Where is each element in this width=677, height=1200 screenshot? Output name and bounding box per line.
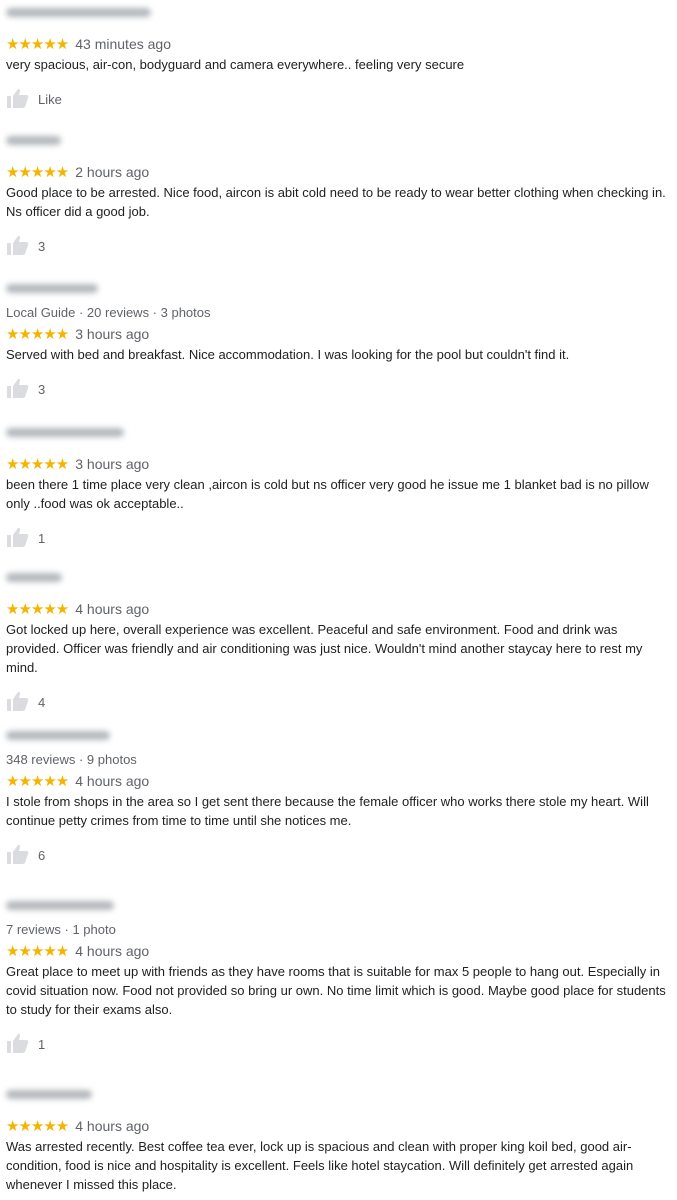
star-rating: ★★★★★ (6, 1118, 69, 1135)
thumbs-up-icon (7, 378, 29, 398)
review-card: ★★★★★ 4 hours ago Got locked up here, ov… (6, 569, 669, 712)
review-card: ★★★★★ 2 hours ago Good place to be arres… (6, 132, 669, 256)
rating-row: ★★★★★ 43 minutes ago (6, 36, 669, 53)
star-rating: ★★★★★ (6, 773, 69, 790)
reviewer-name-blurred[interactable] (6, 731, 110, 740)
review-text: been there 1 time place very clean ,airc… (6, 477, 649, 511)
thumbs-up-icon (7, 691, 29, 711)
like-count: Like (38, 92, 62, 107)
review-text: Great place to meet up with friends as t… (6, 964, 666, 1017)
review-card: 348 reviews · 9 photos ★★★★★ 4 hours ago… (6, 727, 669, 865)
rating-row: ★★★★★ 4 hours ago (6, 601, 669, 618)
review-time: 4 hours ago (75, 1118, 150, 1134)
rating-row: ★★★★★ 4 hours ago (6, 1118, 669, 1135)
rating-row: ★★★★★ 3 hours ago (6, 456, 669, 473)
review-text: very spacious, air-con, bodyguard and ca… (6, 57, 465, 72)
review-card: ★★★★★ 4 hours ago Was arrested recently.… (6, 1086, 669, 1194)
review-card: ★★★★★ 3 hours ago been there 1 time plac… (6, 424, 669, 548)
reviewer-name-blurred[interactable] (6, 284, 98, 293)
reviewer-name-blurred[interactable] (6, 901, 114, 910)
reviewer-name-blurred[interactable] (6, 428, 124, 437)
star-rating: ★★★★★ (6, 943, 69, 960)
thumbs-up-icon (7, 88, 29, 108)
review-time: 4 hours ago (75, 943, 150, 959)
thumbs-up-icon (7, 527, 29, 547)
like-button[interactable]: 1 (6, 1033, 669, 1054)
rating-row: ★★★★★ 4 hours ago (6, 943, 669, 960)
like-count: 1 (38, 531, 46, 546)
like-button[interactable]: 4 (6, 691, 669, 712)
like-button[interactable]: 6 (6, 844, 669, 865)
review-time: 4 hours ago (75, 601, 150, 617)
review-time: 3 hours ago (75, 456, 150, 472)
like-button[interactable]: 1 (6, 527, 669, 548)
review-time: 3 hours ago (75, 326, 150, 342)
thumbs-up-icon (7, 1033, 29, 1053)
star-rating: ★★★★★ (6, 456, 69, 473)
rating-row: ★★★★★ 3 hours ago (6, 326, 669, 343)
reviewer-meta: 348 reviews · 9 photos (6, 752, 137, 767)
like-count: 3 (38, 239, 46, 254)
reviewer-meta: Local Guide · 20 reviews · 3 photos (6, 305, 211, 320)
review-text: Was arrested recently. Best coffee tea e… (6, 1139, 634, 1192)
reviewer-name-blurred[interactable] (6, 573, 62, 582)
like-count: 4 (38, 695, 46, 710)
thumbs-up-icon (7, 844, 29, 864)
star-rating: ★★★★★ (6, 164, 69, 181)
star-rating: ★★★★★ (6, 36, 69, 53)
review-time: 4 hours ago (75, 773, 150, 789)
like-button[interactable]: 3 (6, 378, 669, 399)
review-card: Local Guide · 20 reviews · 3 photos ★★★★… (6, 280, 669, 399)
reviewer-name-blurred[interactable] (6, 136, 61, 145)
like-count: 3 (38, 382, 46, 397)
reviewer-name-blurred[interactable] (6, 1090, 92, 1099)
like-button[interactable]: Like (6, 88, 669, 109)
star-rating: ★★★★★ (6, 601, 69, 618)
star-rating: ★★★★★ (6, 326, 69, 343)
review-time: 2 hours ago (75, 164, 150, 180)
review-card: ★★★★★ 43 minutes ago very spacious, air-… (6, 4, 669, 109)
review-text: Got locked up here, overall experience w… (6, 622, 643, 675)
like-count: 6 (38, 848, 46, 863)
like-button[interactable]: 3 (6, 235, 669, 256)
review-text: Served with bed and breakfast. Nice acco… (6, 347, 570, 362)
rating-row: ★★★★★ 2 hours ago (6, 164, 669, 181)
reviewer-meta: 7 reviews · 1 photo (6, 922, 116, 937)
reviewer-name-blurred[interactable] (6, 8, 151, 17)
review-text: Good place to be arrested. Nice food, ai… (6, 185, 666, 219)
review-time: 43 minutes ago (75, 36, 171, 52)
review-text: I stole from shops in the area so I get … (6, 794, 649, 828)
review-card: 7 reviews · 1 photo ★★★★★ 4 hours ago Gr… (6, 897, 669, 1054)
rating-row: ★★★★★ 4 hours ago (6, 773, 669, 790)
thumbs-up-icon (7, 235, 29, 255)
like-count: 1 (38, 1037, 46, 1052)
